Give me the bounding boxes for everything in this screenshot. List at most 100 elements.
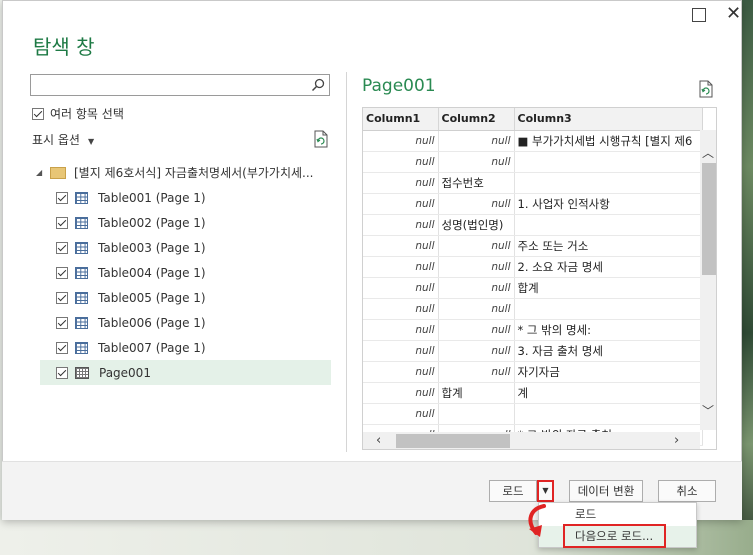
table-cell[interactable]: 자기자금 bbox=[514, 361, 703, 383]
transform-data-button[interactable]: 데이터 변환 bbox=[569, 480, 643, 502]
table-cell[interactable]: null bbox=[363, 130, 439, 152]
chevron-down-icon: ▼ bbox=[542, 486, 549, 495]
table-cell[interactable]: null bbox=[438, 235, 515, 257]
tree-item-table004[interactable]: Table004 (Page 1) bbox=[32, 260, 332, 285]
table-cell[interactable]: null bbox=[363, 256, 439, 278]
table-row: null null bbox=[363, 151, 703, 173]
vertical-scroll-thumb[interactable] bbox=[702, 163, 716, 275]
table-cell[interactable]: null bbox=[363, 214, 439, 236]
load-to-highlight-box bbox=[563, 524, 666, 548]
tree-folder[interactable]: ◢ [별지 제6호서식] 자금출처명세서(부가가치세... bbox=[32, 160, 332, 185]
tree-item-table002[interactable]: Table002 (Page 1) bbox=[32, 210, 332, 235]
cancel-button[interactable]: 취소 bbox=[658, 480, 716, 502]
column-header[interactable]: Column2 bbox=[438, 108, 515, 131]
table-cell[interactable]: null bbox=[438, 319, 515, 341]
tree-item-table005[interactable]: Table005 (Page 1) bbox=[32, 285, 332, 310]
scroll-down-icon[interactable]: ﹀ bbox=[702, 402, 714, 419]
table-row: null null 자기자금 bbox=[363, 361, 703, 383]
table-cell[interactable]: null bbox=[363, 193, 439, 215]
table-cell[interactable]: null bbox=[438, 130, 515, 152]
maximize-button[interactable] bbox=[692, 8, 706, 22]
table-cell[interactable] bbox=[514, 151, 703, 173]
item-checkbox[interactable] bbox=[56, 191, 68, 204]
load-button[interactable]: 로드 bbox=[489, 480, 537, 502]
item-checkbox[interactable] bbox=[56, 241, 68, 254]
table-cell[interactable]: null bbox=[363, 235, 439, 257]
tree-item-table003[interactable]: Table003 (Page 1) bbox=[32, 235, 332, 260]
table-cell[interactable]: null bbox=[363, 172, 439, 194]
menu-item-load[interactable]: 로드 bbox=[539, 504, 696, 525]
table-cell[interactable]: null bbox=[363, 382, 439, 404]
load-options-button[interactable]: ▼ bbox=[537, 480, 554, 502]
table-cell[interactable] bbox=[438, 403, 515, 425]
horizontal-scroll-thumb[interactable] bbox=[396, 434, 510, 448]
refresh-preview-icon[interactable] bbox=[698, 80, 714, 98]
table-cell[interactable]: null bbox=[438, 256, 515, 278]
table-cell[interactable]: null bbox=[363, 298, 439, 320]
red-arrow-icon bbox=[528, 504, 546, 537]
search-input[interactable] bbox=[30, 74, 330, 96]
table-cell[interactable]: null bbox=[363, 151, 439, 173]
tree-item-table007[interactable]: Table007 (Page 1) bbox=[32, 335, 332, 360]
table-cell[interactable]: null bbox=[438, 298, 515, 320]
table-cell[interactable]: null bbox=[363, 277, 439, 299]
table-cell[interactable]: null bbox=[363, 403, 439, 425]
table-cell[interactable]: null bbox=[438, 361, 515, 383]
table-cell[interactable]: null bbox=[363, 340, 439, 362]
table-row: null null 2. 소요 자금 명세 bbox=[363, 256, 703, 278]
column-header[interactable]: Column1 bbox=[363, 108, 439, 131]
table-cell[interactable]: 1. 사업자 인적사항 bbox=[514, 193, 703, 215]
table-cell[interactable]: 3. 자금 출처 명세 bbox=[514, 340, 703, 362]
table-icon bbox=[75, 316, 88, 329]
table-cell[interactable]: * 그 밖의 명세: bbox=[514, 319, 703, 341]
table-cell[interactable]: 합계 bbox=[438, 382, 515, 404]
table-cell[interactable]: 합계 bbox=[514, 277, 703, 299]
scroll-left-icon[interactable]: ‹ bbox=[376, 433, 381, 448]
table-cell[interactable]: 접수번호 bbox=[438, 172, 515, 194]
folder-label: [별지 제6호서식] 자금출처명세서(부가가치세... bbox=[74, 166, 314, 180]
table-row: null 성명(법인명) bbox=[363, 214, 703, 236]
table-row: null null ■ 부가가치세법 시행규칙 [별지 제6 bbox=[363, 130, 703, 152]
page-icon bbox=[75, 366, 89, 379]
pane-divider[interactable] bbox=[346, 72, 347, 452]
table-cell[interactable] bbox=[514, 172, 703, 194]
table-cell[interactable]: null bbox=[363, 361, 439, 383]
table-cell[interactable] bbox=[514, 403, 703, 425]
table-cell[interactable]: 계 bbox=[514, 382, 703, 404]
multi-select-option[interactable]: 여러 항목 선택 bbox=[32, 105, 124, 122]
table-cell[interactable]: 2. 소요 자금 명세 bbox=[514, 256, 703, 278]
table-cell[interactable] bbox=[514, 298, 703, 320]
table-cell[interactable]: null bbox=[438, 277, 515, 299]
display-options-dropdown[interactable]: 표시 옵션 ▼ bbox=[32, 131, 94, 148]
multi-select-checkbox[interactable] bbox=[32, 107, 44, 120]
table-cell[interactable]: null bbox=[363, 319, 439, 341]
table-cell[interactable] bbox=[514, 214, 703, 236]
collapse-arrow-icon[interactable]: ◢ bbox=[36, 168, 46, 177]
table-cell[interactable]: 성명(법인명) bbox=[438, 214, 515, 236]
item-checkbox[interactable] bbox=[56, 366, 68, 379]
table-cell[interactable]: null bbox=[438, 193, 515, 215]
refresh-icon[interactable] bbox=[313, 130, 329, 148]
tree-item-table006[interactable]: Table006 (Page 1) bbox=[32, 310, 332, 335]
item-checkbox[interactable] bbox=[56, 216, 68, 229]
item-checkbox[interactable] bbox=[56, 341, 68, 354]
item-checkbox[interactable] bbox=[56, 266, 68, 279]
preview-grid[interactable]: Column1 Column2 Column3 null null ■ 부가가치세법… bbox=[362, 107, 717, 450]
table-cell[interactable]: null bbox=[438, 340, 515, 362]
tree-item-label: Table004 (Page 1) bbox=[98, 265, 206, 280]
item-checkbox[interactable] bbox=[56, 291, 68, 304]
table-cell[interactable]: 주소 또는 거소 bbox=[514, 235, 703, 257]
search-icon bbox=[311, 78, 325, 92]
tree-item-table001[interactable]: Table001 (Page 1) bbox=[32, 185, 332, 210]
scroll-right-icon[interactable]: › bbox=[674, 433, 679, 448]
scroll-up-icon[interactable]: ︿ bbox=[702, 144, 714, 161]
item-checkbox[interactable] bbox=[56, 316, 68, 329]
tree-item-page001[interactable]: Page001 bbox=[40, 360, 331, 385]
table-cell[interactable]: null bbox=[438, 151, 515, 173]
table-row: null bbox=[363, 403, 703, 425]
close-button[interactable]: ✕ bbox=[726, 3, 741, 24]
table-row: null 접수번호 bbox=[363, 172, 703, 194]
tree-item-label: Table007 (Page 1) bbox=[98, 340, 206, 355]
column-header[interactable]: Column3 bbox=[514, 108, 703, 131]
table-cell[interactable]: ■ 부가가치세법 시행규칙 [별지 제6 bbox=[514, 130, 703, 152]
